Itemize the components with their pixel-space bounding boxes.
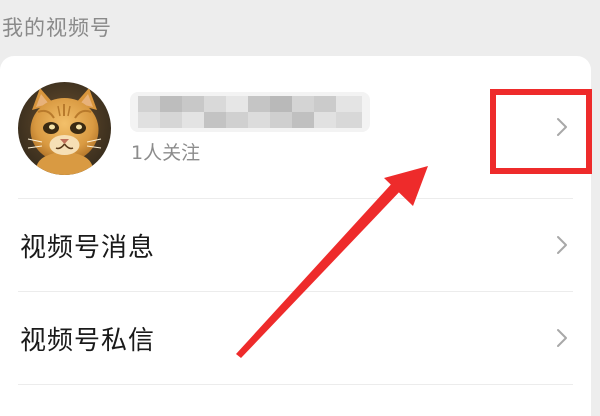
channel-name-obscured [130,92,370,132]
menu-item-channel-messages[interactable]: 视频号消息 [0,199,591,291]
follow-count: 1人关注 [131,142,201,164]
menu-item-label: 视频号消息 [20,233,156,263]
avatar-image [18,82,111,175]
menu-item-channel-dm[interactable]: 视频号私信 [0,292,591,384]
chevron-right-icon [555,327,569,349]
section-header: 我的视频号 [2,16,112,40]
pixelated-name-mosaic [130,92,370,132]
chevron-right-icon [555,234,569,256]
annotation-highlight-box [490,89,592,174]
divider [18,384,573,385]
cat-avatar-icon[interactable] [18,82,111,175]
menu-item-label: 视频号私信 [20,326,156,356]
